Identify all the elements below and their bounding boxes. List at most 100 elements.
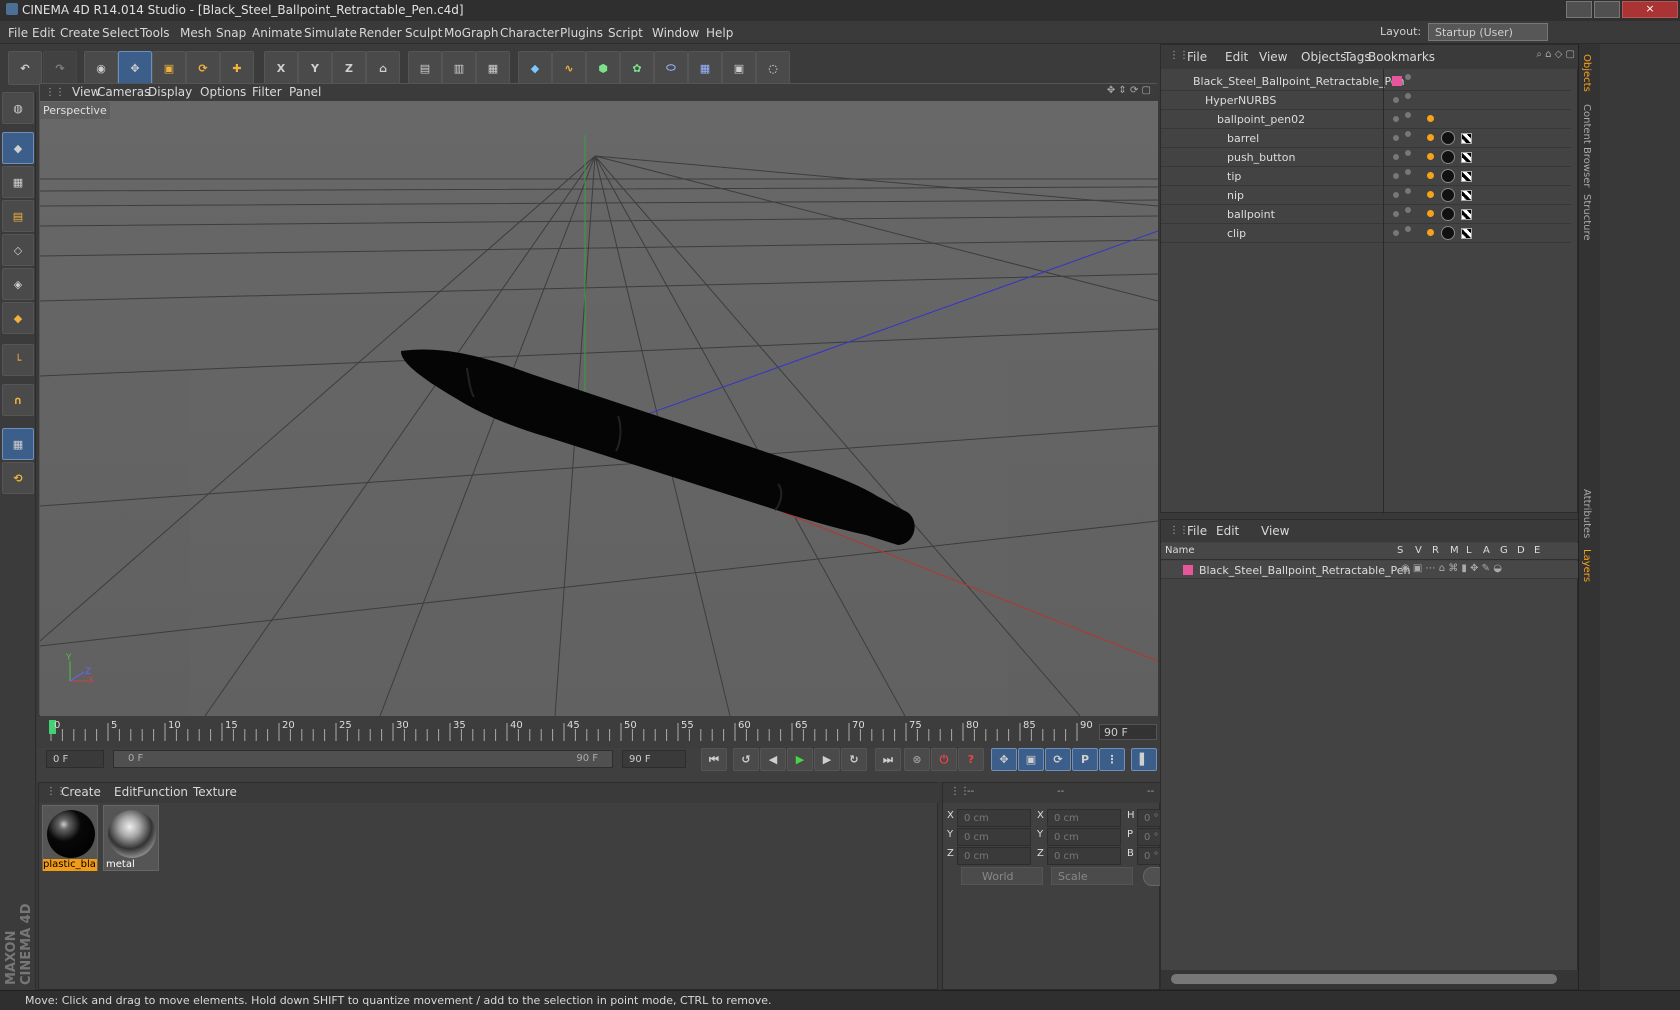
- object-row-hypernurbs[interactable]: HyperNURBS: [1161, 90, 1571, 110]
- timeline-current-frame-field[interactable]: 90 F: [1099, 724, 1157, 740]
- object-menu-tags[interactable]: Tags: [1344, 50, 1371, 64]
- phong-tag-icon[interactable]: [1427, 210, 1434, 217]
- points-mode-icon[interactable]: ◇: [2, 234, 34, 266]
- camera-icon[interactable]: ▣: [722, 51, 756, 85]
- rotate-key-icon[interactable]: ⟳: [1045, 748, 1071, 771]
- side-tab-content-browser[interactable]: Content Browser: [1581, 104, 1592, 187]
- previous-key-icon[interactable]: ↺: [733, 748, 759, 771]
- viewport-canvas[interactable]: Y XZ Perspective: [39, 101, 1159, 717]
- render-visibility-icon[interactable]: [1405, 188, 1411, 194]
- object-row-nip[interactable]: nip: [1161, 185, 1571, 205]
- scale-mode-select[interactable]: Scale: [1051, 867, 1133, 885]
- make-editable-icon[interactable]: ◍: [2, 92, 34, 124]
- scene-floor-icon[interactable]: ▦: [688, 51, 722, 85]
- menu-item-character[interactable]: Character: [500, 26, 559, 40]
- materials-menu-function[interactable]: Function: [137, 785, 188, 799]
- object-row-ballpoint-pen02[interactable]: ballpoint_pen02: [1161, 109, 1571, 129]
- side-tab-attributes[interactable]: Attributes: [1581, 489, 1592, 538]
- render-visibility-icon[interactable]: [1405, 93, 1411, 99]
- y-axis-lock-icon[interactable]: Y: [298, 51, 332, 85]
- materials-menu-texture[interactable]: Texture: [193, 785, 237, 799]
- coordinate-system-icon[interactable]: ⌂: [366, 51, 400, 85]
- array-icon[interactable]: ✿: [620, 51, 654, 85]
- object-menu-file[interactable]: File: [1187, 50, 1207, 64]
- rotate-tool-icon[interactable]: ⟳: [186, 51, 220, 85]
- position-field[interactable]: 0 cm: [957, 809, 1031, 827]
- material-tag-icon[interactable]: [1441, 226, 1455, 240]
- material-metal[interactable]: metal: [103, 805, 159, 871]
- model-mode-icon[interactable]: ◆: [2, 132, 34, 164]
- size-field[interactable]: 0 cm: [1047, 809, 1121, 827]
- go-to-start-icon[interactable]: ⏮: [701, 748, 727, 771]
- size-field[interactable]: 0 cm: [1047, 847, 1121, 865]
- render-visibility-icon[interactable]: [1405, 226, 1411, 232]
- menu-item-window[interactable]: Window: [652, 26, 699, 40]
- help-key-icon[interactable]: ?: [958, 748, 984, 771]
- layer-visibility-icons[interactable]: ◉ ▣ ⋯ ⌂ ⌘ ▮ ✥ ✎ ◒: [1401, 563, 1502, 574]
- editor-visibility-icon[interactable]: [1393, 97, 1399, 103]
- minimize-button[interactable]: [1566, 1, 1592, 18]
- menu-item-snap[interactable]: Snap: [216, 26, 246, 40]
- menu-item-mesh[interactable]: Mesh: [180, 26, 212, 40]
- render-visibility-icon[interactable]: [1405, 112, 1411, 118]
- texture-tag-icon[interactable]: [1461, 152, 1472, 163]
- editor-visibility-icon[interactable]: [1393, 154, 1399, 160]
- layer-menu-view[interactable]: View: [1261, 524, 1289, 538]
- render-visibility-icon[interactable]: [1405, 207, 1411, 213]
- selection-tool-icon[interactable]: ◉: [84, 51, 118, 85]
- menu-item-animate[interactable]: Animate: [252, 26, 302, 40]
- menu-item-tools[interactable]: Tools: [140, 26, 170, 40]
- object-menu-view[interactable]: View: [1259, 50, 1287, 64]
- phong-tag-icon[interactable]: [1427, 229, 1434, 236]
- menu-item-script[interactable]: Script: [608, 26, 643, 40]
- scale-key-icon[interactable]: ▣: [1018, 748, 1044, 771]
- editor-visibility-icon[interactable]: [1393, 116, 1399, 122]
- menu-item-help[interactable]: Help: [706, 26, 733, 40]
- editor-visibility-icon[interactable]: [1393, 211, 1399, 217]
- viewport-menu-options[interactable]: Options: [200, 85, 246, 99]
- object-menu-edit[interactable]: Edit: [1225, 50, 1248, 64]
- menu-item-simulate[interactable]: Simulate: [304, 26, 357, 40]
- frame-range-slider[interactable]: 0 F 90 F: [113, 750, 613, 768]
- texture-tag-icon[interactable]: [1461, 133, 1472, 144]
- side-tab-structure[interactable]: Structure: [1581, 194, 1592, 241]
- texture-tag-icon[interactable]: [1461, 209, 1472, 220]
- menu-item-create[interactable]: Create: [60, 26, 100, 40]
- object-menu-bookmarks[interactable]: Bookmarks: [1368, 50, 1435, 64]
- materials-menu-edit[interactable]: Edit: [114, 785, 137, 799]
- material-tag-icon[interactable]: [1441, 169, 1455, 183]
- texture-mode-icon[interactable]: ▦: [2, 166, 34, 198]
- phong-tag-icon[interactable]: [1427, 153, 1434, 160]
- editor-visibility-icon[interactable]: [1393, 192, 1399, 198]
- coordinate-system-select[interactable]: World: [961, 867, 1043, 885]
- phong-tag-icon[interactable]: [1427, 115, 1434, 122]
- object-row-clip[interactable]: clip: [1161, 223, 1571, 243]
- texture-tag-icon[interactable]: [1461, 228, 1472, 239]
- maximize-button[interactable]: [1594, 1, 1620, 18]
- materials-menu-create[interactable]: Create: [61, 785, 101, 799]
- render-picture-viewer-icon[interactable]: ▥: [442, 51, 476, 85]
- editor-visibility-icon[interactable]: [1393, 230, 1399, 236]
- layer-scrollbar[interactable]: [1161, 970, 1579, 989]
- layer-row[interactable]: Black_Steel_Ballpoint_Retractable_Pen ◉ …: [1161, 561, 1579, 579]
- next-key-icon[interactable]: ↻: [841, 748, 867, 771]
- record-keys-icon[interactable]: ⊗: [904, 748, 930, 771]
- auto-key-icon[interactable]: ⏻: [931, 748, 957, 771]
- object-row-ballpoint[interactable]: ballpoint: [1161, 204, 1571, 224]
- polygons-mode-icon[interactable]: ◆: [2, 302, 34, 334]
- workplane-icon[interactable]: ▤: [2, 200, 34, 232]
- texture-tag-icon[interactable]: [1461, 171, 1472, 182]
- end-frame-field[interactable]: 90 F: [622, 750, 686, 768]
- menu-item-render[interactable]: Render: [359, 26, 402, 40]
- layer-menu-edit[interactable]: Edit: [1216, 524, 1239, 538]
- object-row-black-steel-ballpoint-retractable-pen[interactable]: Black_Steel_Ballpoint_Retractable_Pen: [1161, 71, 1571, 91]
- z-axis-lock-icon[interactable]: Z: [332, 51, 366, 85]
- menu-item-mograph[interactable]: MoGraph: [444, 26, 499, 40]
- phong-tag-icon[interactable]: [1427, 191, 1434, 198]
- render-visibility-icon[interactable]: [1405, 169, 1411, 175]
- workplane-lock-icon[interactable]: ▦: [2, 428, 34, 460]
- previous-frame-icon[interactable]: ◀: [760, 748, 786, 771]
- render-visibility-icon[interactable]: [1405, 74, 1411, 80]
- menu-item-sculpt[interactable]: Sculpt: [405, 26, 442, 40]
- redo-button[interactable]: ↷: [43, 51, 77, 85]
